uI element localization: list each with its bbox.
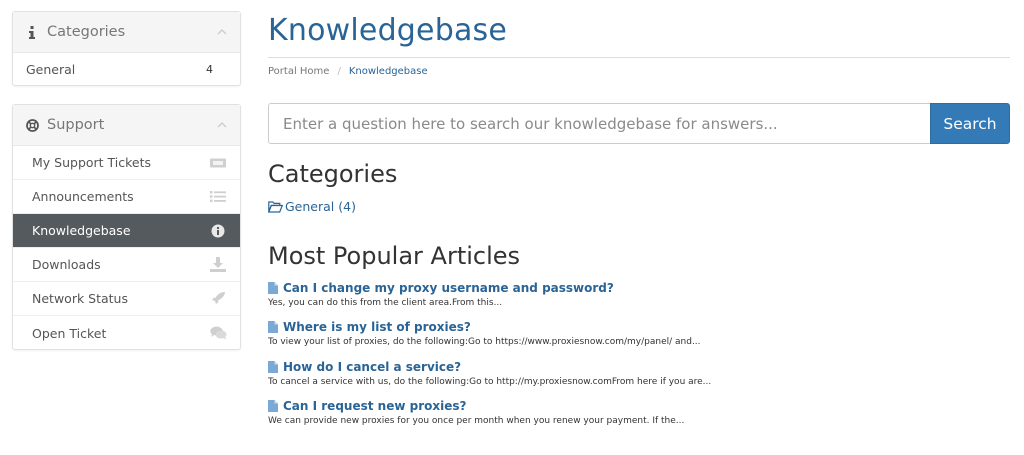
page-title: Knowledgebase — [268, 13, 508, 48]
comments-icon — [209, 325, 227, 341]
life-ring-icon — [25, 118, 39, 132]
popular-articles-heading: Most Popular Articles — [268, 242, 521, 270]
article-link[interactable]: How do I cancel a service? — [283, 360, 461, 374]
kb-search-form: Search — [268, 103, 1010, 144]
article-snippet: Yes, you can do this from the client are… — [268, 298, 503, 308]
categories-panel-title: Categories — [47, 24, 126, 40]
sidebar-item-label: Announcements — [32, 189, 134, 204]
ticket-icon — [209, 155, 227, 171]
sidebar-item-network-status[interactable]: Network Status — [13, 282, 240, 316]
category-link-label: General (4) — [285, 199, 356, 214]
article-link[interactable]: Can I change my proxy username and passw… — [283, 281, 614, 295]
article-link[interactable]: Can I request new proxies? — [283, 399, 466, 413]
category-item-label: General — [26, 62, 76, 77]
article-link[interactable]: Where is my list of proxies? — [283, 320, 471, 334]
breadcrumb-knowledgebase: Knowledgebase — [348, 66, 428, 77]
document-icon — [268, 360, 279, 374]
kb-search-input[interactable] — [268, 103, 930, 144]
categories-panel: Categories General 4 — [12, 11, 241, 86]
breadcrumb-separator: / — [337, 66, 341, 77]
article-item: Where is my list of proxies? To view you… — [268, 320, 1010, 347]
category-item-general[interactable]: General 4 — [13, 53, 240, 86]
categories-panel-heading[interactable]: Categories — [13, 12, 240, 53]
category-count-badge: 4 — [206, 63, 213, 76]
document-icon — [268, 281, 279, 295]
document-icon — [268, 320, 279, 334]
sidebar-item-open-ticket[interactable]: Open Ticket — [13, 316, 240, 350]
categories-heading: Categories — [268, 160, 398, 188]
sidebar-item-label: Network Status — [32, 291, 128, 306]
article-snippet: To view your list of proxies, do the fol… — [268, 337, 701, 347]
folder-open-icon — [268, 200, 283, 213]
article-item: How do I cancel a service? To cancel a s… — [268, 360, 1010, 387]
chevron-up-icon[interactable] — [216, 119, 228, 131]
sidebar-item-downloads[interactable]: Downloads — [13, 248, 240, 282]
sidebar-item-label: Downloads — [32, 257, 101, 272]
sidebar-item-knowledgebase[interactable]: Knowledgebase — [13, 214, 240, 248]
info-icon — [25, 25, 39, 39]
article-item: Can I request new proxies? We can provid… — [268, 399, 1010, 426]
sidebar-item-label: Open Ticket — [32, 325, 107, 341]
title-divider — [268, 57, 1010, 58]
sidebar-item-announcements[interactable]: Announcements — [13, 180, 240, 214]
sidebar-item-label: My Support Tickets — [32, 155, 152, 170]
search-button[interactable]: Search — [930, 103, 1010, 144]
support-panel: Support My Support Tickets Announcements… — [12, 104, 241, 350]
document-icon — [268, 399, 279, 413]
article-item: Can I change my proxy username and passw… — [268, 281, 1010, 308]
info-circle-icon — [209, 223, 227, 239]
breadcrumb: Portal Home / Knowledgebase — [268, 66, 428, 77]
sidebar-item-label: Knowledgebase — [32, 223, 131, 238]
article-snippet: To cancel a service with us, do the foll… — [268, 377, 712, 387]
breadcrumb-portal-home[interactable]: Portal Home — [268, 66, 329, 77]
article-snippet: We can provide new proxies for you once … — [268, 416, 685, 426]
support-panel-title: Support — [47, 117, 105, 133]
support-panel-heading[interactable]: Support — [13, 105, 240, 146]
list-icon — [209, 189, 227, 205]
download-icon — [209, 257, 227, 273]
sidebar-item-my-support-tickets[interactable]: My Support Tickets — [13, 146, 240, 180]
category-link-general[interactable]: General (4) — [268, 199, 356, 214]
chevron-up-icon[interactable] — [216, 26, 228, 38]
rocket-icon — [209, 291, 227, 307]
